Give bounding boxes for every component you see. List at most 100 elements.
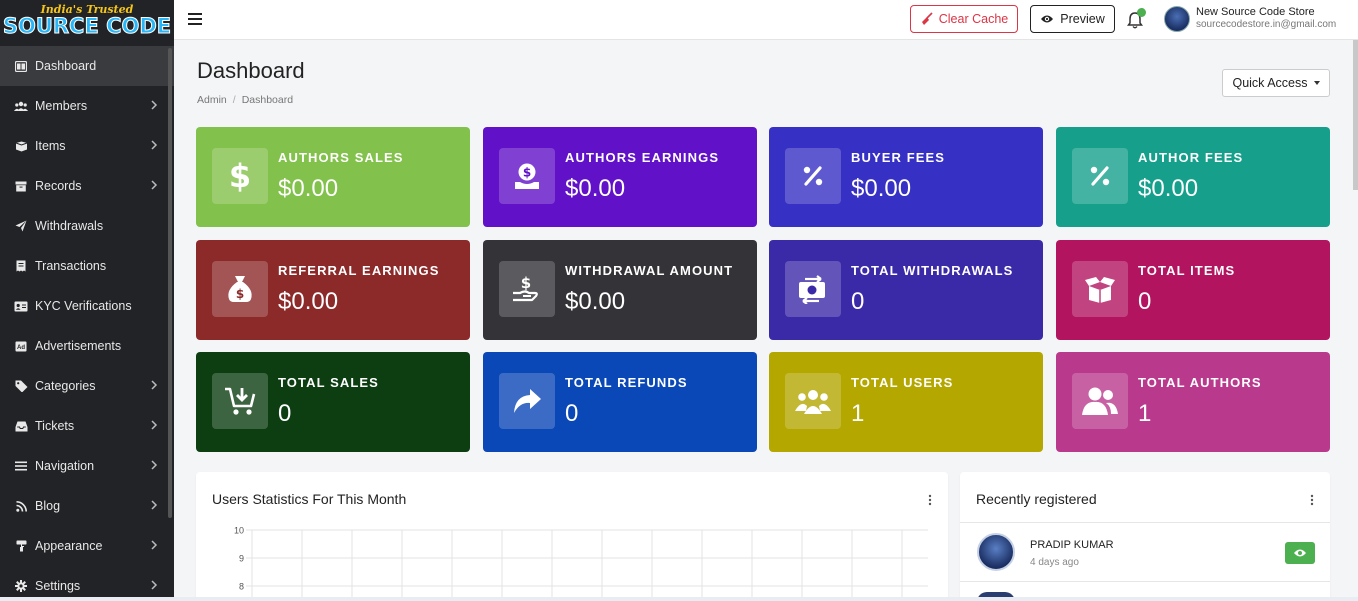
sidebar-item-label: Items [35,139,66,153]
clear-cache-button[interactable]: Clear Cache [910,5,1018,33]
breadcrumb-separator: / [232,94,236,106]
sidebar-item-label: Members [35,99,88,113]
user-friends-icon [1072,373,1128,429]
sidebar-item-label: Settings [35,579,81,593]
sidebar-item-label: Blog [35,499,61,513]
quick-access-dropdown[interactable]: Quick Access [1222,69,1330,97]
users-icon [14,99,28,113]
rss-icon [14,499,28,513]
sidebar-item-withdrawals[interactable]: Withdrawals [0,206,174,246]
user-name[interactable]: New Source Code Store [1196,6,1315,18]
bars-icon [14,459,28,473]
sidebar-item-categories[interactable]: Categories [0,366,174,406]
users-statistics-title: Users Statistics For This Month [212,491,407,507]
sidebar-item-tickets[interactable]: Tickets [0,406,174,446]
sidebar-item-advertisements[interactable]: Ad Advertisements [0,326,174,366]
stat-value: 0 [278,400,292,427]
sidebar-item-records[interactable]: Records [0,166,174,206]
stat-label: AUTHORS SALES [278,150,404,165]
sidebar-item-transactions[interactable]: Transactions [0,246,174,286]
preview-button[interactable]: Preview [1030,5,1115,33]
inbox-icon [14,419,28,433]
preview-label: Preview [1060,12,1105,26]
chevron-right-icon [151,420,158,430]
stat-card-total-refunds[interactable]: TOTAL REFUNDS 0 [483,352,757,452]
stat-card-author-fees[interactable]: AUTHOR FEES $0.00 [1056,127,1330,227]
panel-menu-icon[interactable] [1310,494,1314,506]
sidebar-scrollbar[interactable] [168,48,172,518]
ad-icon: Ad [14,339,28,353]
share-arrow-icon [499,373,555,429]
quick-access-label: Quick Access [1232,76,1308,90]
logo-tagline: India's Trusted [40,2,134,16]
percent-icon [1072,148,1128,204]
stat-card-total-withdrawals[interactable]: TOTAL WITHDRAWALS 0 [769,240,1043,340]
stat-value: 0 [565,400,579,427]
sidebar: India's Trusted SOURCE CODE Dashboard Mem… [0,0,174,601]
stat-label: REFERRAL EARNINGS [278,263,440,278]
sidebar-item-members[interactable]: Members [0,86,174,126]
archive-icon [14,179,28,193]
stat-value: $0.00 [278,175,339,202]
registered-user-time: 4 days ago [1030,557,1079,568]
stat-value: 1 [1138,400,1152,427]
stat-card-buyer-fees[interactable]: BUYER FEES $0.00 [769,127,1043,227]
sidebar-item-dashboard[interactable]: Dashboard [0,46,174,86]
page-scrollbar[interactable] [1353,40,1358,190]
stat-value: 0 [851,288,865,315]
cart-download-icon [212,373,268,429]
user-email: sourcecodestore.in@gmail.com [1196,19,1337,30]
stat-label: WITHDRAWAL AMOUNT [565,263,734,278]
sidebar-item-label: Tickets [35,419,75,433]
users-group-icon [785,373,841,429]
svg-text:Ad: Ad [17,345,25,351]
stat-value: 0 [1138,288,1152,315]
stat-label: TOTAL WITHDRAWALS [851,263,1014,278]
page-bottom-edge [0,597,1358,601]
sidebar-item-label: Categories [35,379,96,393]
stat-card-total-items[interactable]: TOTAL ITEMS 0 [1056,240,1330,340]
registered-user-avatar [977,533,1015,571]
dashboard-icon [14,59,28,73]
eye-icon [1294,549,1306,557]
logo[interactable]: India's Trusted SOURCE CODE [0,0,174,40]
id-card-icon [14,299,28,313]
sidebar-item-label: Transactions [35,259,107,273]
hand-dollar-icon: $ [499,261,555,317]
sidebar-item-kyc-verifications[interactable]: KYC Verifications [0,286,174,326]
stat-value: 1 [851,400,865,427]
svg-text:$: $ [521,274,531,292]
sidebar-item-blog[interactable]: Blog [0,486,174,526]
breadcrumb-admin[interactable]: Admin [197,94,227,106]
breadcrumb-current: Dashboard [241,94,294,106]
panel-menu-icon[interactable] [928,494,932,506]
hamburger-menu-icon[interactable] [187,11,203,27]
sidebar-item-settings[interactable]: Settings [0,566,174,601]
stat-label: AUTHOR FEES [1138,150,1244,165]
page-title: Dashboard [197,58,305,83]
stat-value: $0.00 [565,288,626,315]
sidebar-item-items[interactable]: Items [0,126,174,166]
view-user-button[interactable] [1285,542,1315,564]
svg-text:$: $ [229,160,251,192]
sidebar-item-navigation[interactable]: Navigation [0,446,174,486]
topbar: Clear Cache Preview New Source Code Stor… [174,0,1358,40]
svg-text:$: $ [236,287,244,301]
caret-down-icon [1313,81,1320,85]
chevron-right-icon [151,380,158,390]
chart-y-tick-label: 10 [234,526,244,536]
stat-card-withdrawal-amount[interactable]: $ WITHDRAWAL AMOUNT $0.00 [483,240,757,340]
sidebar-item-appearance[interactable]: Appearance [0,526,174,566]
stat-card-referral-earnings[interactable]: $ REFERRAL EARNINGS $0.00 [196,240,470,340]
stat-card-authors-sales[interactable]: $ AUTHORS SALES $0.00 [196,127,470,227]
stat-label: BUYER FEES [851,150,946,165]
stat-card-total-sales[interactable]: TOTAL SALES 0 [196,352,470,452]
chevron-right-icon [151,500,158,510]
notifications-bell-icon[interactable] [1127,8,1146,29]
registered-user-row: PRADIP KUMAR 4 days ago [960,522,1330,582]
user-avatar[interactable] [1164,6,1190,32]
stat-card-authors-earnings[interactable]: $ AUTHORS EARNINGS $0.00 [483,127,757,227]
logo-text: SOURCE CODE [2,13,172,38]
stat-card-total-authors[interactable]: TOTAL AUTHORS 1 [1056,352,1330,452]
stat-card-total-users[interactable]: TOTAL USERS 1 [769,352,1043,452]
